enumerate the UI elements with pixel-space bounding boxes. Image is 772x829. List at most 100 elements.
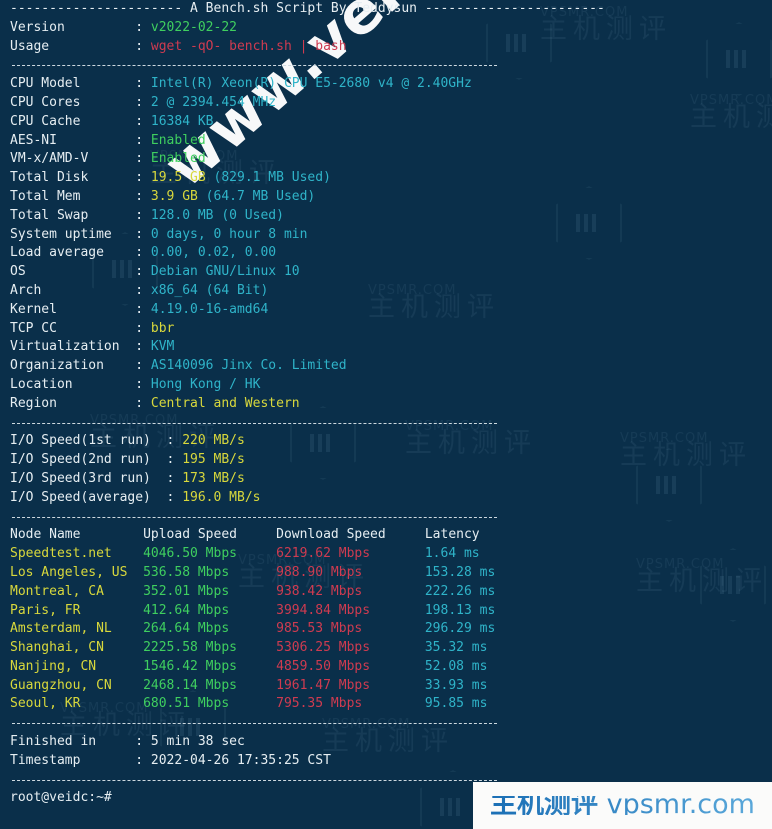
download-speed: 938.42 Mbps bbox=[276, 583, 425, 599]
sysinfo-value: 0 days, 0 hour 8 min bbox=[150, 226, 308, 242]
sysinfo-label: Location bbox=[10, 376, 136, 392]
io-speed-value: 173 MB/s bbox=[182, 470, 245, 486]
download-speed: 4859.50 Mbps bbox=[276, 658, 425, 674]
separator bbox=[0, 714, 772, 733]
footer-value: 2022-04-26 17:35:25 CST bbox=[150, 752, 331, 768]
sysinfo-value: x86_64 (64 Bit) bbox=[150, 282, 269, 298]
colon: : bbox=[166, 470, 183, 486]
sysinfo-value: 16384 KB bbox=[150, 113, 214, 129]
node-name: Montreal, CA bbox=[10, 583, 144, 599]
colon: : bbox=[135, 151, 151, 167]
sysinfo-label: CPU Model bbox=[10, 76, 136, 92]
banner-text: 主机测评 vpsmr.com bbox=[490, 796, 755, 815]
system-info-block: CPU Model : Intel(R) Xeon(R) CPU E5-2680… bbox=[0, 75, 772, 413]
latency: 95.85 ms bbox=[424, 696, 488, 712]
download-speed: 988.90 Mbps bbox=[276, 564, 425, 580]
footer-block: Finished in : 5 min 38 sec Timestamp : 20… bbox=[0, 733, 772, 771]
vpsmr-banner: 主机测评 vpsmr.com bbox=[473, 782, 772, 829]
download-speed: 3994.84 Mbps bbox=[276, 602, 425, 618]
version-value: v2022-02-22 bbox=[150, 19, 237, 35]
speedtest-row: Paris, FR 412.64 Mbps 3994.84 Mbps 198.1… bbox=[0, 602, 772, 621]
colon: : bbox=[135, 301, 151, 317]
node-name: Amsterdam, NL bbox=[10, 621, 144, 637]
colon: : bbox=[135, 752, 151, 768]
column-header-latency: Latency bbox=[424, 527, 480, 543]
download-speed: 985.53 Mbps bbox=[276, 621, 425, 637]
sysinfo-label: Total Disk bbox=[10, 170, 136, 186]
colon: : bbox=[135, 132, 151, 148]
latency: 35.32 ms bbox=[424, 640, 488, 656]
bench-header: ---------------------- A Bench.sh Script… bbox=[10, 1, 605, 16]
version-line: Version : v2022-02-22 bbox=[0, 19, 772, 38]
sysinfo-row: Load average : 0.00, 0.02, 0.00 bbox=[0, 244, 772, 263]
speedtest-row: Montreal, CA 352.01 Mbps 938.42 Mbps 222… bbox=[0, 583, 772, 602]
sysinfo-row: System uptime : 0 days, 0 hour 8 min bbox=[0, 226, 772, 245]
sysinfo-row: OS : Debian GNU/Linux 10 bbox=[0, 263, 772, 282]
sysinfo-row: Organization : AS140096 Jinx Co. Limited bbox=[0, 357, 772, 376]
latency: 52.08 ms bbox=[424, 658, 488, 674]
sysinfo-label: Total Mem bbox=[10, 188, 136, 204]
sysinfo-value: Debian GNU/Linux 10 bbox=[150, 264, 300, 280]
sysinfo-row: CPU Model : Intel(R) Xeon(R) CPU E5-2680… bbox=[0, 75, 772, 94]
io-speed-row: I/O Speed(2nd run) : 195 MB/s bbox=[0, 451, 772, 470]
node-name: Paris, FR bbox=[10, 602, 144, 618]
usage-line: Usage : wget -qO- bench.sh | bash bbox=[0, 38, 772, 57]
sysinfo-row: TCP CC : bbr bbox=[0, 320, 772, 339]
latency: 33.93 ms bbox=[424, 677, 488, 693]
banner-domain-text: vpsmr.com bbox=[606, 789, 755, 821]
colon: : bbox=[135, 38, 151, 54]
sysinfo-row: Arch : x86_64 (64 Bit) bbox=[0, 282, 772, 301]
sysinfo-row: VM-x/AMD-V : Enabled bbox=[0, 150, 772, 169]
colon: : bbox=[135, 395, 151, 411]
upload-speed: 4046.50 Mbps bbox=[143, 546, 277, 562]
sysinfo-value: 19.5 GB bbox=[150, 170, 206, 186]
sysinfo-label: CPU Cache bbox=[10, 113, 136, 129]
upload-speed: 680.51 Mbps bbox=[143, 696, 277, 712]
sysinfo-label: Organization bbox=[10, 358, 136, 374]
colon: : bbox=[135, 376, 151, 392]
colon: : bbox=[135, 339, 151, 355]
sysinfo-row: AES-NI : Enabled bbox=[0, 132, 772, 151]
io-speed-row: I/O Speed(3rd run) : 173 MB/s bbox=[0, 470, 772, 489]
colon: : bbox=[166, 489, 183, 505]
sysinfo-row: Region : Central and Western bbox=[0, 395, 772, 414]
usage-value: wget -qO- bench.sh | bash bbox=[150, 38, 347, 54]
sysinfo-value: KVM bbox=[150, 339, 175, 355]
speedtest-row: Nanjing, CN 1546.42 Mbps 4859.50 Mbps 52… bbox=[0, 658, 772, 677]
sysinfo-label: Region bbox=[10, 395, 136, 411]
sysinfo-row: CPU Cores : 2 @ 2394.454 MHz bbox=[0, 94, 772, 113]
sysinfo-value: bbr bbox=[150, 320, 175, 336]
speedtest-header-row: Node Name Upload Speed Download Speed La… bbox=[0, 526, 772, 545]
sysinfo-row: Virtualization : KVM bbox=[0, 338, 772, 357]
io-speed-label: I/O Speed(2nd run) bbox=[10, 452, 167, 468]
upload-speed: 412.64 Mbps bbox=[143, 602, 277, 618]
sysinfo-label: System uptime bbox=[10, 226, 136, 242]
sysinfo-label: Kernel bbox=[10, 301, 136, 317]
sysinfo-value: 2 @ 2394.454 MHz bbox=[150, 94, 277, 110]
colon: : bbox=[166, 433, 183, 449]
sysinfo-row: Location : Hong Kong / HK bbox=[0, 376, 772, 395]
footer-value: 5 min 38 sec bbox=[150, 734, 245, 750]
colon: : bbox=[135, 245, 151, 261]
colon: : bbox=[135, 264, 151, 280]
colon: : bbox=[135, 207, 151, 223]
separator bbox=[0, 414, 772, 433]
speedtest-row: Los Angeles, US 536.58 Mbps 988.90 Mbps … bbox=[0, 564, 772, 583]
upload-speed: 264.64 Mbps bbox=[143, 621, 277, 637]
separator bbox=[0, 56, 772, 75]
node-name: Shanghai, CN bbox=[10, 640, 144, 656]
speedtest-row: Seoul, KR 680.51 Mbps 795.35 Mbps 95.85 … bbox=[0, 695, 772, 714]
sysinfo-value-extra: (829.1 MB Used) bbox=[205, 170, 331, 186]
sysinfo-value: Hong Kong / HK bbox=[150, 376, 261, 392]
speedtest-block: Node Name Upload Speed Download Speed La… bbox=[0, 526, 772, 714]
speedtest-row: Guangzhou, CN 2468.14 Mbps 1961.47 Mbps … bbox=[0, 677, 772, 696]
io-speed-label: I/O Speed(average) bbox=[10, 489, 167, 505]
sysinfo-label: TCP CC bbox=[10, 320, 136, 336]
sysinfo-label: Arch bbox=[10, 282, 136, 298]
node-name: Nanjing, CN bbox=[10, 658, 144, 674]
colon: : bbox=[135, 734, 151, 750]
latency: 1.64 ms bbox=[424, 546, 480, 562]
io-speed-value: 220 MB/s bbox=[182, 433, 245, 449]
sysinfo-value: AS140096 Jinx Co. Limited bbox=[150, 358, 347, 374]
colon: : bbox=[135, 170, 151, 186]
